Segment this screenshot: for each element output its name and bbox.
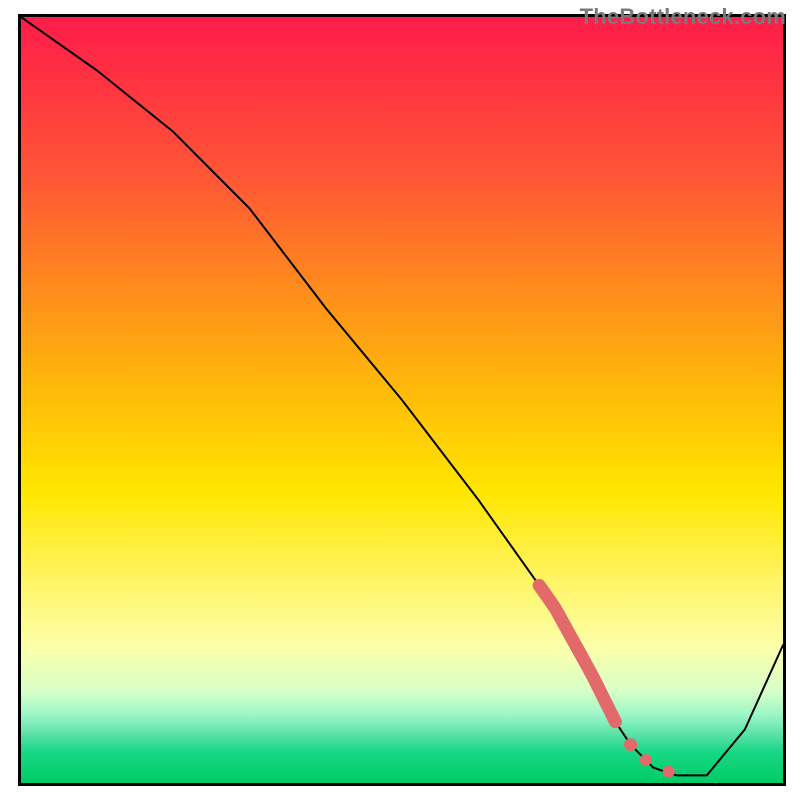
marker-point [663, 766, 675, 778]
marker-point [624, 738, 637, 751]
plot-area [18, 14, 786, 786]
watermark-label: TheBottleneck.com [580, 4, 786, 30]
highlight-segment [539, 585, 615, 721]
bottleneck-curve-path [21, 17, 783, 775]
bottleneck-chart: TheBottleneck.com [0, 0, 800, 800]
marker-point [640, 754, 652, 766]
marker-points-group [624, 738, 675, 777]
series-layer [21, 17, 783, 783]
